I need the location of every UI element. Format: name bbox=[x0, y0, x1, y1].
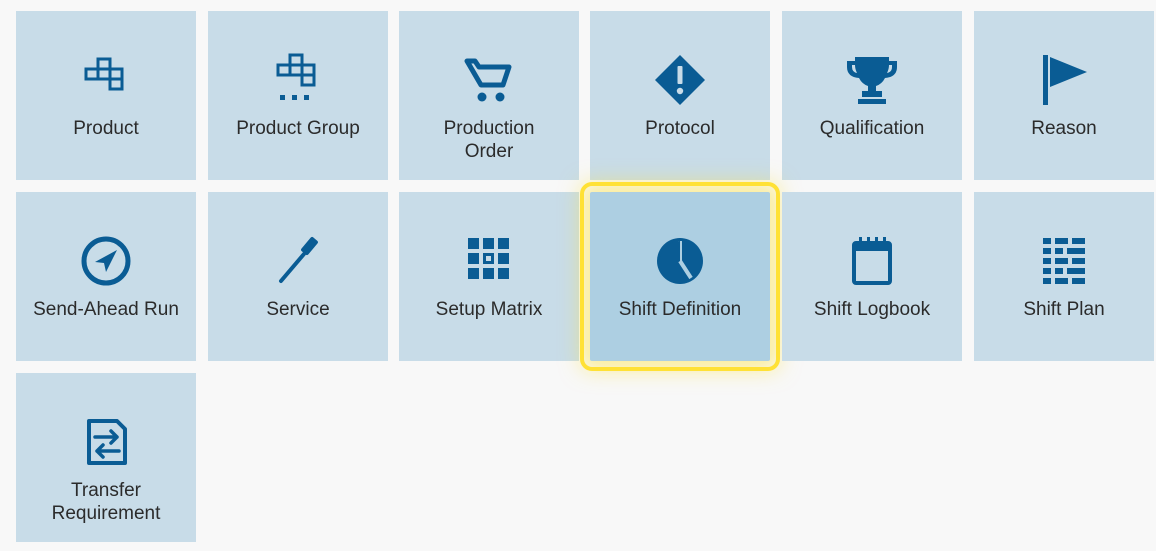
tile-label: Protocol bbox=[645, 118, 715, 139]
tile-setup-matrix[interactable]: Setup Matrix bbox=[399, 192, 579, 361]
transfer-document-icon bbox=[79, 415, 133, 469]
tile-label: Qualification bbox=[819, 118, 925, 139]
tile-label: Product bbox=[73, 118, 139, 139]
tile-label: Shift Plan bbox=[1023, 299, 1105, 320]
tile-shift-logbook[interactable]: Shift Logbook bbox=[782, 192, 962, 361]
tile-transfer-requirement[interactable]: Transfer Requirement bbox=[16, 373, 196, 542]
trophy-icon bbox=[845, 53, 899, 107]
clock-pie-icon bbox=[653, 234, 707, 288]
tile-shift-definition[interactable]: Shift Definition bbox=[580, 182, 780, 371]
tile-qualification[interactable]: Qualification bbox=[782, 11, 962, 180]
tile-product-group[interactable]: Product Group bbox=[208, 11, 388, 180]
tile-label: Shift Definition bbox=[618, 299, 742, 320]
grid-matrix-icon bbox=[462, 234, 516, 288]
tile-panel: Product Product Group Production Order P… bbox=[0, 0, 1156, 551]
tile-label: Send-Ahead Run bbox=[33, 299, 179, 320]
tile-service[interactable]: Service bbox=[208, 192, 388, 361]
tile-label: Production Order bbox=[443, 118, 535, 162]
tile-protocol[interactable]: Protocol bbox=[590, 11, 770, 180]
flag-icon bbox=[1037, 53, 1091, 107]
compass-icon bbox=[79, 234, 133, 288]
tile-reason[interactable]: Reason bbox=[974, 11, 1154, 180]
tile-production-order[interactable]: Production Order bbox=[399, 11, 579, 180]
tile-label: Reason bbox=[1031, 118, 1097, 139]
tile-product[interactable]: Product bbox=[16, 11, 196, 180]
tile-label: Service bbox=[266, 299, 330, 320]
tile-shift-plan[interactable]: Shift Plan bbox=[974, 192, 1154, 361]
tile-label: Shift Logbook bbox=[813, 299, 931, 320]
shopping-cart-icon bbox=[462, 53, 516, 107]
warning-diamond-icon bbox=[653, 53, 707, 107]
shift-plan-grid-icon bbox=[1037, 234, 1091, 288]
tile-send-ahead-run[interactable]: Send-Ahead Run bbox=[16, 192, 196, 361]
tile-label: Transfer Requirement bbox=[51, 480, 161, 524]
tile-label: Setup Matrix bbox=[435, 299, 543, 320]
notebook-icon bbox=[845, 234, 899, 288]
screwdriver-icon bbox=[271, 234, 325, 288]
product-icon bbox=[79, 53, 133, 107]
tile-label: Product Group bbox=[236, 118, 360, 139]
product-group-icon bbox=[271, 53, 325, 107]
